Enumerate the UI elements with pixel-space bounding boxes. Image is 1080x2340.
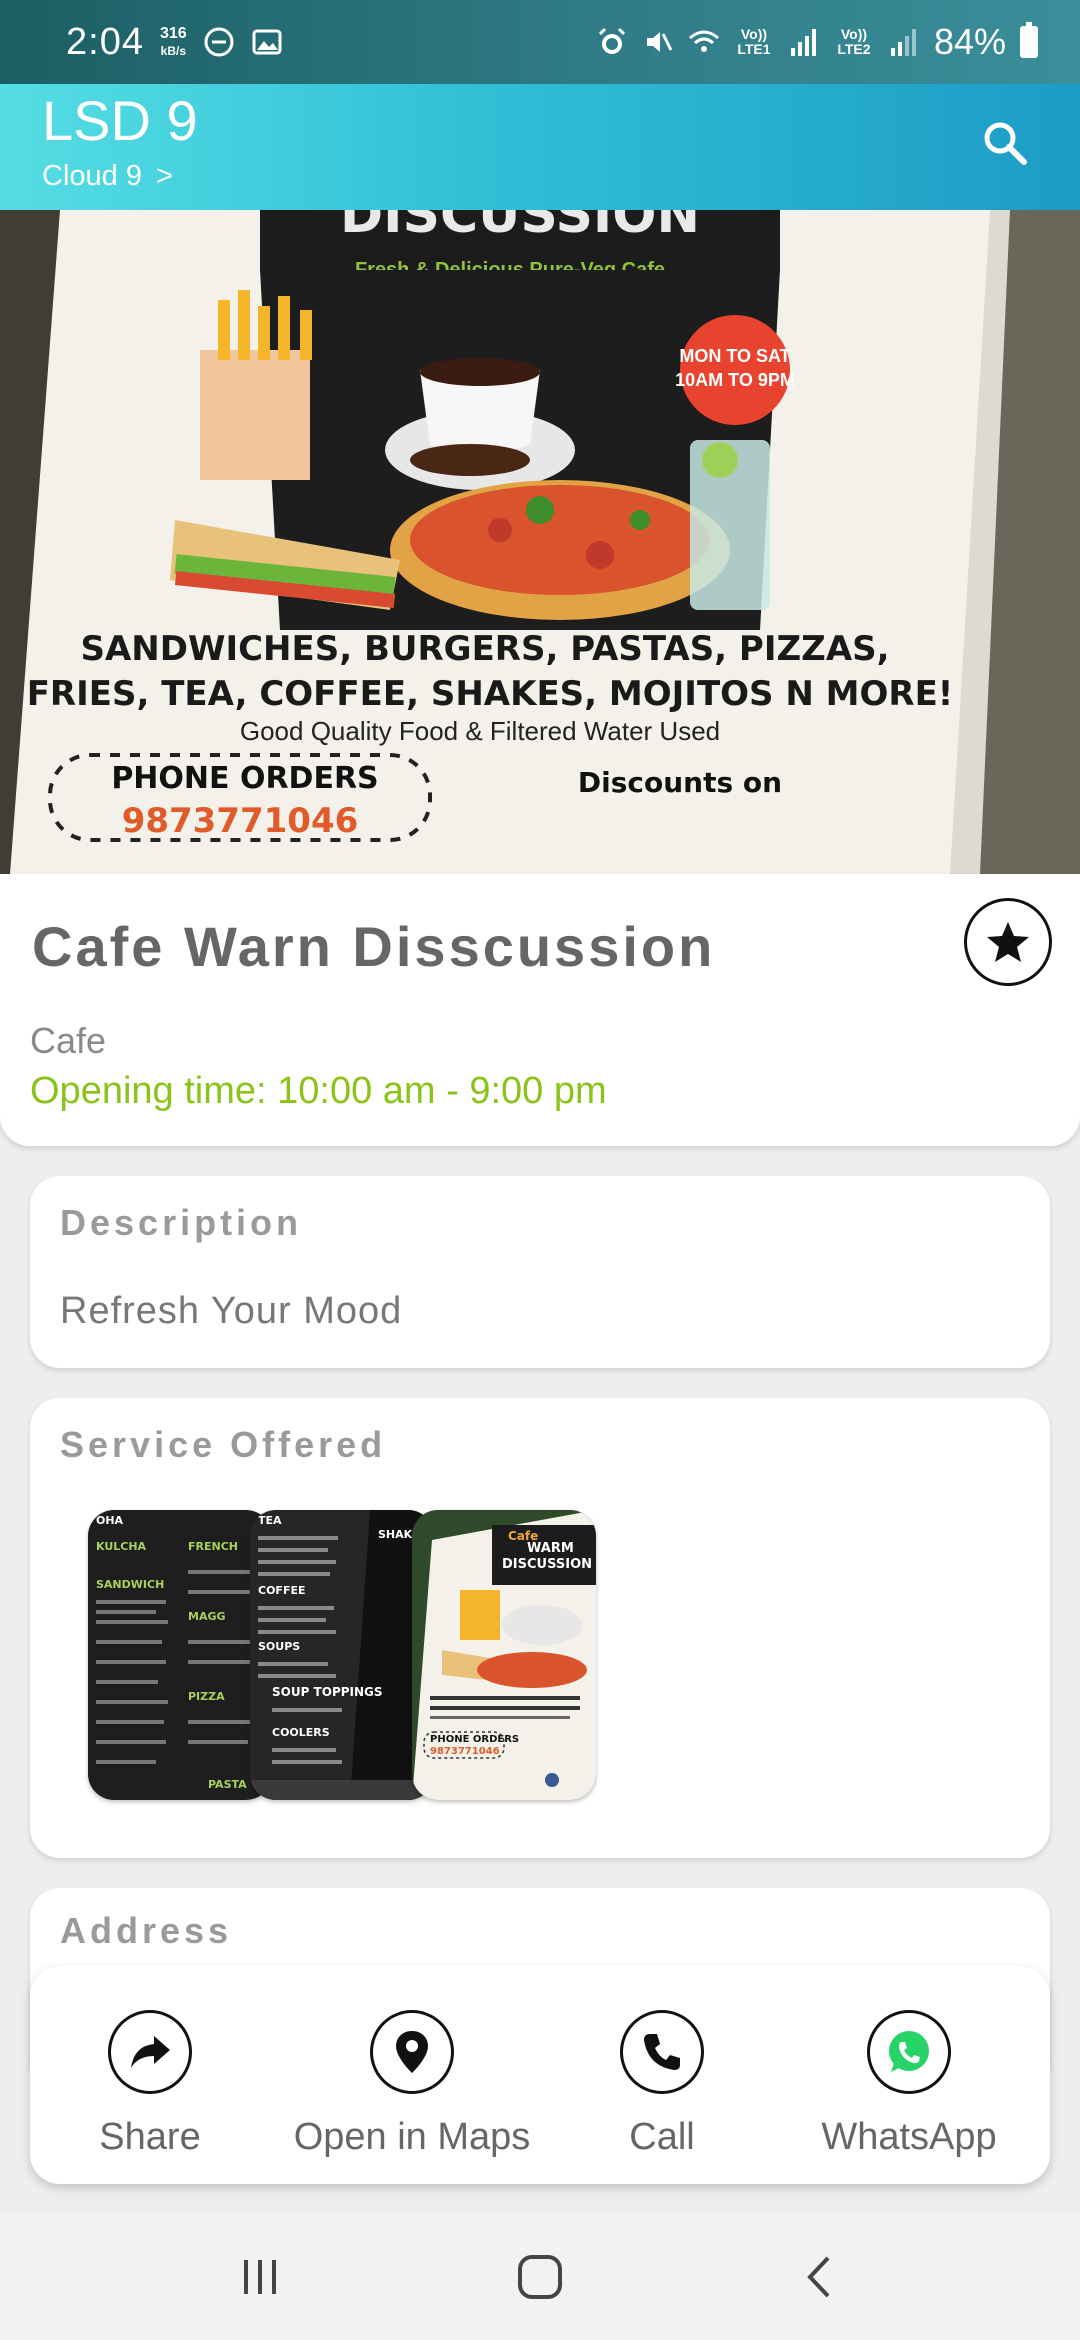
open-in-maps-button[interactable]: Open in Maps (292, 2010, 532, 2159)
place-header-card: Cafe Warn Disscussion Cafe Opening time:… (0, 874, 1080, 1146)
signal-icon (890, 29, 916, 56)
phone-orders-number: 9873771046 (122, 801, 359, 841)
description-label: Description (60, 1202, 303, 1243)
sim1-label: Vo)) LTE1 (737, 26, 771, 57)
open-in-maps-label: Open in Maps (293, 2116, 531, 2158)
service-image[interactable]: OHA KULCHA SANDWICH FRENCH MAGG PIZZA PA… (88, 1510, 272, 1800)
whatsapp-button[interactable]: WhatsApp (789, 2010, 1029, 2159)
svg-text:SANDWICH: SANDWICH (96, 1578, 164, 1591)
favorite-button[interactable] (964, 898, 1052, 986)
svg-text:DISCUSSION: DISCUSSION (502, 1557, 592, 1572)
services-card: Service Offered OHA KULCHA SANDWICH FREN… (30, 1398, 1050, 1858)
service-image[interactable]: TEA SHAKES COFFEE SOUPS SOUP TOPPINGS CO… (250, 1510, 434, 1800)
whatsapp-label: WhatsApp (821, 2116, 997, 2158)
banner-title: DISCUSSION (340, 210, 700, 245)
chevron-right-icon: > (155, 160, 173, 192)
back-icon[interactable] (790, 2252, 850, 2302)
recent-apps-icon[interactable] (230, 2252, 290, 2302)
app-bar: LSD 9 Cloud 9 > (0, 84, 1080, 210)
hours-badge-line1: MON TO SAT (679, 346, 790, 366)
system-nav-bar (0, 2214, 1080, 2340)
share-label: Share (99, 2116, 201, 2158)
svg-text:FRENCH: FRENCH (188, 1540, 238, 1553)
wifi-icon (688, 30, 719, 52)
address-label: Address (60, 1910, 233, 1951)
whatsapp-icon (889, 2031, 929, 2072)
svg-text:SOUP TOPPINGS: SOUP TOPPINGS (272, 1685, 383, 1699)
app-title: LSD 9 (42, 89, 198, 152)
menu-headline-2: FRIES, TEA, COFFEE, SHAKES, MOJITOS N MO… (27, 674, 954, 714)
svg-text:KULCHA: KULCHA (96, 1540, 147, 1553)
menu-headline-1: SANDWICHES, BURGERS, PASTAS, PIZZAS, (80, 629, 889, 669)
sim2-label: Vo)) LTE2 (837, 26, 871, 57)
svg-text:9873771046: 9873771046 (430, 1746, 500, 1757)
search-icon[interactable] (976, 114, 1036, 174)
phone-icon (644, 2034, 680, 2070)
description-text: Refresh Your Mood (60, 1290, 403, 1332)
service-image[interactable]: Cafe WARM DISCUSSION PHONE ORDERS 987377… (412, 1510, 596, 1800)
discounts-label: Discounts on (578, 766, 782, 799)
svg-text:TEA: TEA (258, 1514, 282, 1527)
network-speed-value: 316 (159, 24, 187, 42)
svg-text:SOUPS: SOUPS (258, 1640, 300, 1653)
svg-text:PASTA: PASTA (208, 1778, 247, 1791)
description-card: Description Refresh Your Mood (30, 1176, 1050, 1368)
cafe-cover-image: DISCUSSION Fresh & Delicious Pure-Veg Ca… (0, 210, 1080, 874)
signal-icon (790, 29, 816, 56)
share-button[interactable]: Share (30, 2010, 270, 2159)
location-selector[interactable]: Cloud 9 > (42, 160, 173, 193)
share-icon (131, 2036, 170, 2068)
map-pin-icon (396, 2031, 428, 2073)
svg-text:PHONE ORDERS: PHONE ORDERS (430, 1734, 519, 1745)
home-icon[interactable] (510, 2252, 570, 2302)
network-speed: 316 kB/s (160, 25, 187, 60)
gallery-icon (252, 29, 282, 55)
mute-icon (646, 32, 673, 52)
phone-orders-label: PHONE ORDERS (111, 761, 378, 796)
action-bar: Share Open in Maps Call WhatsApp (30, 1966, 1050, 2184)
status-time: 2:04 (66, 20, 144, 63)
star-icon (987, 922, 1029, 962)
hours-badge-line2: 10AM TO 9PM (675, 370, 795, 390)
network-speed-unit: kB/s (160, 43, 186, 58)
alarm-icon (598, 27, 625, 54)
svg-text:COFFEE: COFFEE (258, 1584, 305, 1597)
svg-text:WARM: WARM (527, 1541, 574, 1556)
place-category: Cafe (30, 1020, 107, 1061)
svg-text:OHA: OHA (96, 1514, 124, 1527)
do-not-disturb-icon (204, 27, 234, 57)
svg-text:COOLERS: COOLERS (272, 1726, 330, 1739)
battery-percent: 84% (933, 21, 1006, 62)
location-name: Cloud 9 (42, 160, 142, 192)
battery-icon (1020, 22, 1038, 58)
status-bar: 2:04 316 kB/s Vo)) LTE1 Vo)) LTE2 84% (0, 0, 1080, 84)
svg-text:MAGG: MAGG (188, 1610, 226, 1623)
opening-time: Opening time: 10:00 am - 9:00 pm (30, 1070, 607, 1112)
place-name: Cafe Warn Disscussion (32, 915, 716, 978)
services-label: Service Offered (60, 1424, 387, 1465)
quality-note: Good Quality Food & Filtered Water Used (240, 716, 720, 746)
svg-text:PIZZA: PIZZA (188, 1690, 225, 1703)
call-button[interactable]: Call (542, 2010, 782, 2159)
call-label: Call (629, 2116, 695, 2158)
